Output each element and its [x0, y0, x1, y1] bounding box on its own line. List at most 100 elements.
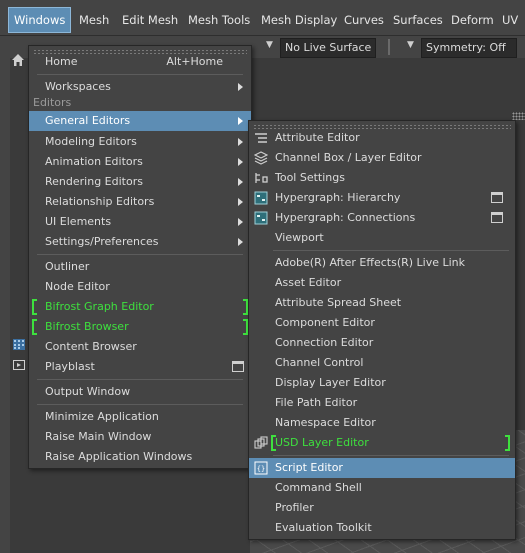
menu-item-display-layer-editor[interactable]: Display Layer Editor — [249, 373, 515, 393]
submenu-arrow-icon — [238, 218, 243, 226]
menu-item-label: Attribute Editor — [275, 131, 360, 144]
script-editor-icon: {} — [254, 461, 268, 475]
menu-item-label: Asset Editor — [275, 276, 342, 289]
menu-item-label: Workspaces — [45, 80, 111, 93]
menu-item-label: Animation Editors — [45, 155, 143, 168]
menu-item-script-editor[interactable]: {} Script Editor — [249, 458, 515, 478]
menu-mesh-tools[interactable]: Mesh Tools — [183, 8, 255, 32]
menu-item-label: Bifrost Browser — [45, 320, 129, 333]
menu-mesh-display[interactable]: Mesh Display — [256, 8, 342, 32]
menu-uv[interactable]: UV — [497, 8, 523, 32]
menu-item-output-window[interactable]: Output Window — [29, 382, 251, 402]
menu-item-label: Modeling Editors — [45, 135, 137, 148]
menu-item-label: Hypergraph: Hierarchy — [275, 191, 401, 204]
option-box-icon[interactable] — [491, 192, 503, 203]
menu-item-bifrost-browser[interactable]: Bifrost Browser — [29, 317, 251, 337]
menu-item-bifrost-graph-editor[interactable]: Bifrost Graph Editor — [29, 297, 251, 317]
menu-item-minimize-application[interactable]: Minimize Application — [29, 407, 251, 427]
menu-item-tool-settings[interactable]: Tool Settings — [249, 168, 515, 188]
menu-item-namespace-editor[interactable]: Namespace Editor — [249, 413, 515, 433]
menu-deform[interactable]: Deform — [446, 8, 499, 32]
menu-item-rendering-editors[interactable]: Rendering Editors — [29, 172, 251, 192]
menu-item-label: Command Shell — [275, 481, 362, 494]
submenu-arrow-icon — [238, 198, 243, 206]
menu-item-channel-control[interactable]: Channel Control — [249, 353, 515, 373]
shortcut-label: Alt+Home — [166, 55, 223, 68]
menu-item-connection-editor[interactable]: Connection Editor — [249, 333, 515, 353]
left-toolbox — [0, 58, 10, 553]
menu-edit-mesh[interactable]: Edit Mesh — [117, 8, 183, 32]
content-browser-icon — [13, 339, 25, 350]
menu-item-label: Hypergraph: Connections — [275, 211, 416, 224]
usd-layers-icon — [254, 436, 268, 449]
menu-item-label: Script Editor — [275, 461, 343, 474]
menu-item-viewport[interactable]: Viewport — [249, 228, 515, 248]
section-header-editors: Editors — [33, 96, 72, 109]
menu-item-ui-elements[interactable]: UI Elements — [29, 212, 251, 232]
menu-item-general-editors[interactable]: General Editors — [29, 111, 251, 131]
menu-item-node-editor[interactable]: Node Editor — [29, 277, 251, 297]
menu-windows[interactable]: Windows — [7, 7, 72, 33]
menu-surfaces[interactable]: Surfaces — [388, 8, 448, 32]
menu-item-label: Home — [45, 55, 78, 68]
menu-item-label: Channel Box / Layer Editor — [275, 151, 422, 164]
menu-item-label: Rendering Editors — [45, 175, 143, 188]
attribute-editor-icon — [255, 133, 267, 143]
menu-item-label: Connection Editor — [275, 336, 374, 349]
menu-item-relationship-editors[interactable]: Relationship Editors — [29, 192, 251, 212]
menu-item-raise-main-window[interactable]: Raise Main Window — [29, 427, 251, 447]
tool-settings-icon — [255, 173, 268, 183]
menu-item-attribute-editor[interactable]: Attribute Editor — [249, 128, 515, 148]
menu-item-label: Adobe(R) After Effects(R) Live Link — [275, 256, 466, 269]
menu-item-label: Settings/Preferences — [45, 235, 159, 248]
menu-item-label: Relationship Editors — [45, 195, 155, 208]
menu-item-label: File Path Editor — [275, 396, 358, 409]
menu-item-attribute-spread-sheet[interactable]: Attribute Spread Sheet — [249, 293, 515, 313]
menu-item-label: Output Window — [45, 385, 131, 398]
menu-item-asset-editor[interactable]: Asset Editor — [249, 273, 515, 293]
menu-divider — [37, 404, 243, 405]
menu-item-component-editor[interactable]: Component Editor — [249, 313, 515, 333]
menu-item-file-path-editor[interactable]: File Path Editor — [249, 393, 515, 413]
menu-item-channel-box[interactable]: Channel Box / Layer Editor — [249, 148, 515, 168]
menu-mesh[interactable]: Mesh — [74, 8, 114, 32]
live-surface-field[interactable]: No Live Surface — [280, 38, 376, 58]
menu-item-home[interactable]: Home Alt+Home — [29, 52, 251, 72]
menu-item-label: Tool Settings — [275, 171, 345, 184]
hypergraph-icon — [254, 191, 268, 205]
menu-item-hypergraph-connections[interactable]: Hypergraph: Connections — [249, 208, 515, 228]
submenu-arrow-icon — [238, 178, 243, 186]
symmetry-field[interactable]: Symmetry: Off — [421, 38, 517, 58]
plugin-bracket-icon — [32, 299, 37, 315]
plugin-bracket-icon — [32, 319, 37, 335]
menu-item-evaluation-toolkit[interactable]: Evaluation Toolkit — [249, 518, 515, 538]
menu-item-label: Outliner — [45, 260, 90, 273]
menu-item-raise-application-windows[interactable]: Raise Application Windows — [29, 447, 251, 467]
menu-item-usd-layer-editor[interactable]: USD Layer Editor — [249, 433, 515, 453]
submenu-arrow-icon — [238, 138, 243, 146]
chevron-down-icon[interactable]: ▼ — [407, 40, 414, 50]
menu-item-label: Attribute Spread Sheet — [275, 296, 402, 309]
menu-item-profiler[interactable]: Profiler — [249, 498, 515, 518]
menu-item-modeling-editors[interactable]: Modeling Editors — [29, 132, 251, 152]
submenu-arrow-icon — [238, 238, 243, 246]
menu-item-command-shell[interactable]: Command Shell — [249, 478, 515, 498]
option-box-icon[interactable] — [491, 212, 503, 223]
menu-item-label: Minimize Application — [45, 410, 159, 423]
menu-item-workspaces[interactable]: Workspaces — [29, 77, 251, 97]
menu-curves[interactable]: Curves — [339, 8, 389, 32]
menu-item-playblast[interactable]: Playblast — [29, 357, 251, 377]
menu-item-settings-preferences[interactable]: Settings/Preferences — [29, 232, 251, 252]
menu-item-animation-editors[interactable]: Animation Editors — [29, 152, 251, 172]
home-icon[interactable] — [10, 52, 26, 68]
option-box-icon[interactable] — [232, 361, 244, 372]
menu-item-hypergraph-hierarchy[interactable]: Hypergraph: Hierarchy — [249, 188, 515, 208]
menu-item-label: Content Browser — [45, 340, 137, 353]
menu-item-content-browser[interactable]: Content Browser — [29, 337, 251, 357]
plugin-bracket-icon — [505, 435, 510, 451]
menu-item-outliner[interactable]: Outliner — [29, 257, 251, 277]
menu-item-after-effects-live-link[interactable]: Adobe(R) After Effects(R) Live Link — [249, 253, 515, 273]
menu-item-label: General Editors — [45, 114, 131, 127]
menu-item-label: Component Editor — [275, 316, 375, 329]
chevron-down-icon[interactable]: ▼ — [266, 40, 273, 50]
